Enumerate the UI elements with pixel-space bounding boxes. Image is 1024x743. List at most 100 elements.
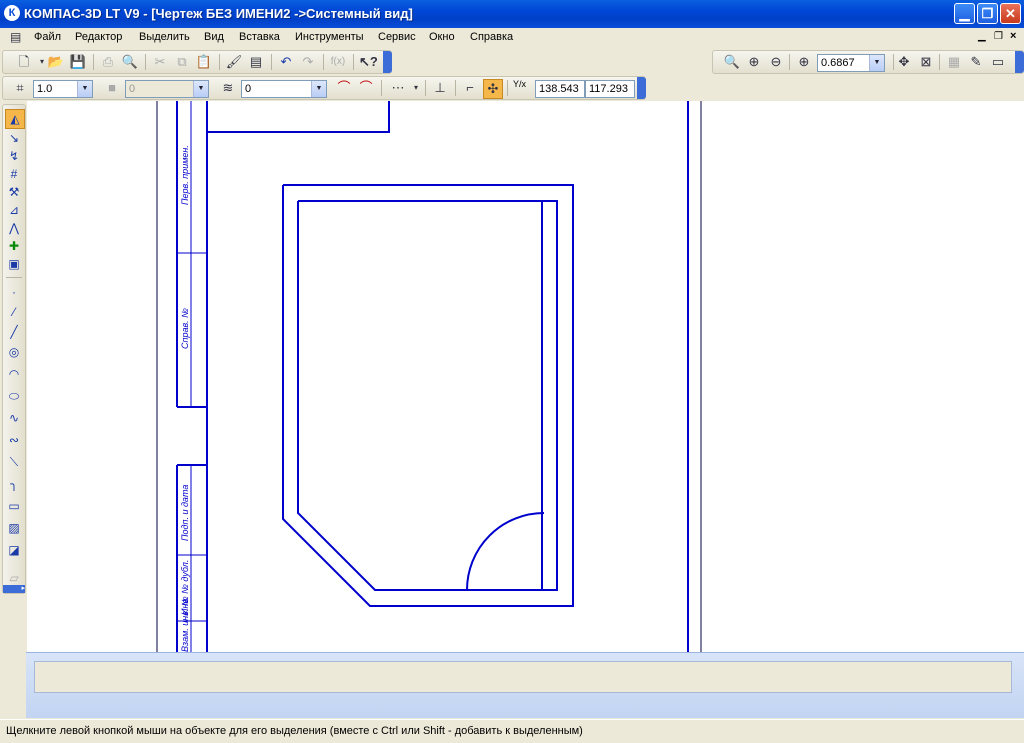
geometry-page-icon[interactable]: ◭ xyxy=(5,109,25,129)
style-combo[interactable]: 0 ▼ xyxy=(125,80,209,98)
context-help-icon[interactable]: ↖? xyxy=(359,53,378,71)
style-value: 0 xyxy=(129,83,136,95)
chevron-down-icon[interactable]: ▼ xyxy=(311,81,326,97)
layer-icon[interactable]: ≋ xyxy=(219,79,237,97)
part-arc xyxy=(466,512,545,591)
bezier-icon[interactable]: ∾ xyxy=(5,431,23,449)
menu-service[interactable]: Сервис xyxy=(378,31,416,43)
menu-select[interactable]: Выделить xyxy=(139,31,190,43)
print-preview-icon[interactable]: 🔍 xyxy=(121,53,139,71)
measure-page-icon[interactable]: ⊿ xyxy=(5,201,23,219)
point-icon[interactable]: · xyxy=(5,283,23,301)
designations-page-icon[interactable]: ↯ xyxy=(5,147,23,165)
menu-file[interactable]: Файл xyxy=(34,31,61,43)
restore-button[interactable]: ❐ xyxy=(977,3,998,24)
toolbar-chevron-icon[interactable]: ▸ xyxy=(3,585,25,593)
editing-page-icon[interactable]: # xyxy=(5,165,23,183)
drawing-canvas[interactable]: Перв. примен. Справ. № Подп. и дата Инв.… xyxy=(27,101,1024,652)
view-toolbar: 🔍 ⊕ ⊖ ⊕ 0.6867 ▼ ✥ ⊠ ▦ ✎ ▭ xyxy=(712,50,1024,74)
local-cs-icon[interactable]: ⊥ xyxy=(431,79,449,97)
menu-help[interactable]: Справка xyxy=(470,31,513,43)
drawing-svg[interactable]: Перв. примен. Справ. № Подп. и дата Инв.… xyxy=(27,101,1024,652)
spec-page-icon[interactable]: ✚ xyxy=(5,237,23,255)
title-bar[interactable]: К КОМПАС-3D LT V9 - [Чертеж БЕЗ ИМЕНИ2 -… xyxy=(0,0,1024,28)
grid-dropdown-icon[interactable]: ▾ xyxy=(407,79,425,97)
redo-icon[interactable]: ↷ xyxy=(299,53,317,71)
hatch-icon[interactable]: ▨ xyxy=(5,519,23,537)
current-state-toolbar: ⌗ 1.0 ▼ ■ 0 ▼ ≋ 0 ▼ ⌒ ⌒ ⋯ ▾ ⊥ ⌐ ✣ Y/x 13… xyxy=(2,76,646,100)
menu-tools[interactable]: Инструменты xyxy=(295,31,364,43)
select-page-icon[interactable]: ⋀ xyxy=(5,219,23,237)
part-inner-contour xyxy=(297,200,558,591)
menu-view[interactable]: Вид xyxy=(204,31,224,43)
step-combo[interactable]: 1.0 ▼ xyxy=(33,80,93,98)
close-button[interactable]: ✕ xyxy=(1000,3,1021,24)
stamp-label-ref-no: Справ. № xyxy=(180,308,190,349)
copy-icon[interactable]: ⧉ xyxy=(173,53,191,71)
contour-icon[interactable]: ◪ xyxy=(5,541,23,559)
arc-icon[interactable]: ◠ xyxy=(5,365,23,383)
rectangle-icon[interactable]: ▭ xyxy=(5,497,23,515)
chevron-down-icon[interactable]: ▼ xyxy=(869,55,884,71)
new-document-icon[interactable]: 🗋 xyxy=(15,53,33,71)
print-icon[interactable]: ⎙ xyxy=(99,53,117,71)
cut-icon[interactable]: ✂ xyxy=(151,53,169,71)
variables-fx-icon[interactable]: f(x) xyxy=(329,53,347,71)
step-cursor-icon[interactable]: ⌗ xyxy=(11,79,29,97)
ellipse-icon[interactable]: ⬭ xyxy=(5,387,23,405)
grid-icon[interactable]: ⋯ xyxy=(389,79,407,97)
segment-icon[interactable]: ╱ xyxy=(5,323,23,341)
document-icon[interactable]: ▤ xyxy=(10,30,26,46)
chamfer-icon[interactable]: ⟍ xyxy=(5,453,23,471)
kompas-app-icon[interactable]: К xyxy=(4,5,20,21)
polyline-icon[interactable]: ∿ xyxy=(5,409,23,427)
menu-insert[interactable]: Вставка xyxy=(239,31,280,43)
zoom-in-icon[interactable]: ⊕ xyxy=(745,53,763,71)
refresh-icon[interactable]: ▦ xyxy=(945,53,963,71)
zoom-window-icon[interactable]: 🔍 xyxy=(723,53,741,71)
snap-local-icon[interactable]: ⌒ xyxy=(357,79,375,97)
standard-toolbar: 🗋 ▾ 📂 💾 ⎙ 🔍 ✂ ⧉ 📋 🖌 ▤ ↶ ↷ f(x) ↖? xyxy=(2,50,392,74)
monitor-icon[interactable]: ▭ xyxy=(989,53,1007,71)
circle-icon[interactable]: ◎ xyxy=(5,343,23,361)
parametrization-page-icon[interactable]: ⚒ xyxy=(5,183,23,201)
save-icon[interactable]: 💾 xyxy=(69,53,87,71)
doc-restore-icon[interactable]: ❐ xyxy=(994,31,1003,42)
menu-window[interactable]: Окно xyxy=(429,31,455,43)
minimize-button[interactable]: ▁ xyxy=(954,3,975,24)
zoom-combo[interactable]: 0.6867 ▼ xyxy=(817,54,885,72)
stamp-label-inv-no: Взам. инв. № xyxy=(180,596,190,652)
paste-icon[interactable]: 📋 xyxy=(195,53,213,71)
zoom-out-icon[interactable]: ⊖ xyxy=(767,53,785,71)
step-value: 1.0 xyxy=(37,83,53,95)
toolbar-chevron-icon[interactable] xyxy=(383,51,392,73)
reports-page-icon[interactable]: ▣ xyxy=(5,255,23,273)
fillet-icon[interactable]: ╮ xyxy=(5,475,23,493)
open-folder-icon[interactable]: 📂 xyxy=(47,53,65,71)
snap-magnet-icon[interactable]: ⌒ xyxy=(335,79,353,97)
layer-combo[interactable]: 0 ▼ xyxy=(241,80,327,98)
auxiliary-line-icon[interactable]: ⁄ xyxy=(5,303,23,321)
pan-icon[interactable]: ✥ xyxy=(895,53,913,71)
round-icon[interactable]: ✣ xyxy=(483,79,503,99)
toolbar-chevron-icon[interactable] xyxy=(1015,51,1024,73)
property-panel xyxy=(26,652,1024,718)
style-icon: ■ xyxy=(108,80,116,95)
properties-icon[interactable]: ▤ xyxy=(247,53,265,71)
ortho-icon[interactable]: ⌐ xyxy=(461,79,479,97)
status-message: Щелкните левой кнопкой мыши на объекте д… xyxy=(6,725,583,737)
zoom-scale-icon[interactable]: ⊕ xyxy=(795,53,813,71)
doc-minimize-icon[interactable]: ▁ xyxy=(978,31,986,42)
chevron-down-icon[interactable]: ▼ xyxy=(77,81,92,97)
dimensions-page-icon[interactable]: ↘ xyxy=(5,129,23,147)
undo-icon[interactable]: ↶ xyxy=(277,53,295,71)
doc-close-icon[interactable]: × xyxy=(1010,30,1016,42)
menu-edit[interactable]: Редактор xyxy=(75,31,122,43)
coord-x-field[interactable]: 138.543 xyxy=(535,80,585,98)
toolbar-chevron-icon[interactable] xyxy=(637,77,646,99)
chevron-down-icon[interactable]: ▼ xyxy=(193,81,208,97)
show-all-icon[interactable]: ⊠ xyxy=(917,53,935,71)
format-brush-icon[interactable]: 🖌 xyxy=(225,53,243,71)
coord-y-field[interactable]: 117.293 xyxy=(585,80,635,98)
edit-icon[interactable]: ✎ xyxy=(967,53,985,71)
